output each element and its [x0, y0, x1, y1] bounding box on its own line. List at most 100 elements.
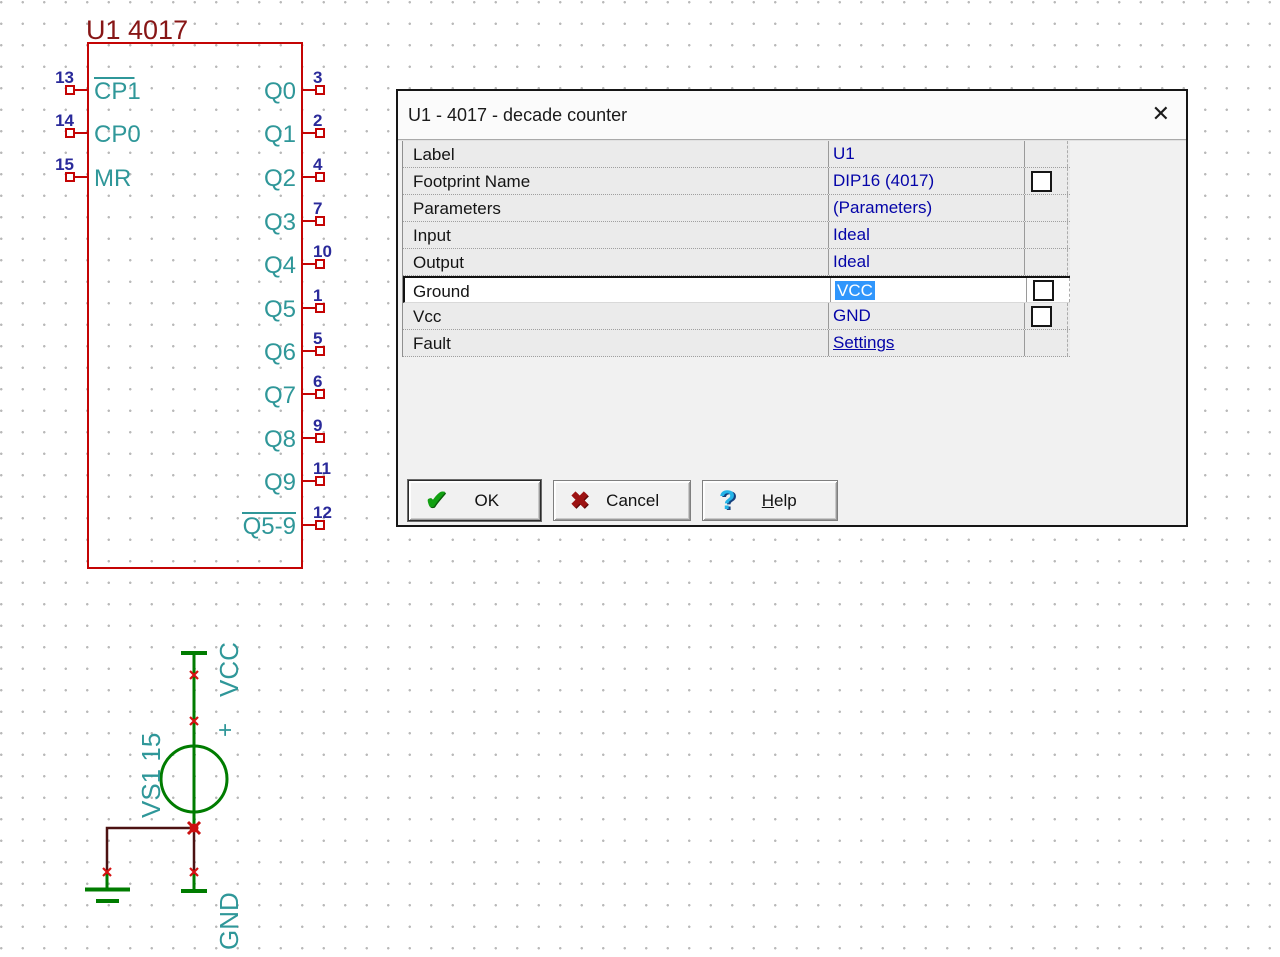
property-name: Input [403, 222, 829, 248]
pin-terminal[interactable] [65, 128, 75, 138]
property-row[interactable]: Label U1 [403, 141, 1070, 168]
property-value[interactable]: Settings [829, 330, 1025, 356]
help-button[interactable]: ? Help [702, 480, 838, 521]
wires[interactable] [105, 826, 196, 874]
checkbox[interactable] [1031, 305, 1052, 327]
pin-label: Q5-9 [243, 513, 296, 540]
pin-label: CP0 [94, 121, 141, 148]
pin-label: Q1 [264, 121, 296, 148]
pin-number: 2 [313, 111, 322, 130]
pin-label: MR [94, 165, 131, 192]
pin-number: 7 [313, 199, 322, 218]
check-icon: ✔ [425, 485, 448, 515]
pin-label: Q0 [264, 78, 296, 105]
pin-terminal[interactable] [315, 433, 325, 443]
help-button-label: Help [736, 491, 824, 511]
property-row[interactable]: Input Ideal [403, 222, 1070, 249]
checkbox[interactable] [1031, 170, 1052, 192]
cancel-button[interactable]: ✖ Cancel [553, 480, 691, 521]
close-icon[interactable]: ✕ [1152, 100, 1170, 128]
pin-terminal[interactable] [315, 216, 325, 226]
property-value[interactable]: DIP16 (4017) [829, 168, 1025, 194]
ok-button-label: OK [474, 490, 500, 510]
pin-terminal[interactable] [315, 85, 325, 95]
pin-number: 4 [313, 155, 323, 174]
dialog-titlebar[interactable]: U1 - 4017 - decade counter ✕ [398, 91, 1186, 139]
ok-button[interactable]: ✔ OK [408, 480, 541, 521]
cross-icon: ✖ [570, 487, 590, 513]
property-value-text: GND [833, 306, 871, 325]
property-check-cell [1025, 222, 1068, 248]
pin-label: Q2 [264, 165, 296, 192]
property-value-text: Ideal [833, 225, 870, 244]
pin-label: Q8 [264, 426, 296, 453]
pin-terminal[interactable] [315, 128, 325, 138]
pin-label: CP1 [94, 78, 141, 105]
pin-terminal[interactable] [65, 172, 75, 182]
pin-label: Q3 [264, 209, 296, 236]
property-name: Output [403, 249, 829, 275]
pin-terminal[interactable] [315, 389, 325, 399]
property-value[interactable]: Ideal [829, 249, 1025, 275]
property-value[interactable]: Ideal [829, 222, 1025, 248]
property-table: Label U1 Footprint Name DIP16 (4017) Par… [402, 141, 1070, 357]
property-row[interactable]: Vcc GND [403, 303, 1070, 330]
pin-terminal[interactable] [315, 520, 325, 530]
pin-number: 3 [313, 68, 322, 87]
pin-number: 13 [55, 68, 74, 87]
pin-terminal[interactable] [315, 259, 325, 269]
net-label-gnd: GND [214, 892, 244, 950]
property-value-text: Ideal [833, 252, 870, 271]
pin-label: Q7 [264, 382, 296, 409]
pin-terminal[interactable] [315, 476, 325, 486]
property-value-text: DIP16 (4017) [833, 171, 935, 190]
question-icon: ? [719, 485, 736, 515]
pin-label: Q4 [264, 252, 296, 279]
property-check-cell [1027, 278, 1070, 302]
property-check-cell [1025, 330, 1068, 356]
property-check-cell [1025, 303, 1068, 329]
junction-node [186, 820, 202, 836]
pin-terminal[interactable] [315, 303, 325, 313]
property-value[interactable]: U1 [829, 141, 1025, 167]
pin-terminal[interactable] [315, 172, 325, 182]
pin-label: Q9 [264, 469, 296, 496]
pin-terminal[interactable] [65, 85, 75, 95]
source-polarity-plus: + [212, 723, 239, 737]
cancel-button-label: Cancel [606, 490, 660, 510]
property-value-text: U1 [833, 144, 855, 163]
property-check-cell [1025, 141, 1068, 167]
pin-number: 14 [55, 111, 74, 130]
pin-label: Q6 [264, 339, 296, 366]
property-row[interactable]: Parameters (Parameters) [403, 195, 1070, 222]
checkbox[interactable] [1033, 279, 1054, 301]
dialog-title: U1 - 4017 - decade counter [408, 105, 628, 125]
pin-number: 9 [313, 416, 322, 435]
property-row[interactable]: Footprint Name DIP16 (4017) [403, 168, 1070, 195]
property-name: Parameters [403, 195, 829, 221]
property-name: Fault [403, 330, 829, 356]
property-name: Footprint Name [403, 168, 829, 194]
pin-number: 15 [55, 155, 74, 174]
pin-number: 6 [313, 372, 322, 391]
property-value-text: (Parameters) [833, 198, 933, 217]
property-value[interactable]: (Parameters) [829, 195, 1025, 221]
property-name: Vcc [403, 303, 829, 329]
source-designator: VS1 15 [136, 733, 166, 818]
property-name: Label [403, 141, 829, 167]
pin-number: 1 [313, 286, 322, 305]
wire-segment [105, 826, 193, 874]
property-row[interactable]: Fault Settings [403, 330, 1070, 357]
pin-label: Q5 [264, 296, 296, 323]
property-row[interactable]: Output Ideal [403, 249, 1070, 276]
property-check-cell [1025, 168, 1068, 194]
component-properties-dialog: U1 - 4017 - decade counter ✕ Label U1 Fo… [396, 89, 1188, 527]
property-value[interactable]: VCC [831, 278, 1027, 302]
pin-number: 5 [313, 329, 322, 348]
pin-number: 12 [313, 503, 332, 522]
pin-terminal[interactable] [315, 346, 325, 356]
property-value[interactable]: GND [829, 303, 1025, 329]
property-row[interactable]: Ground VCC [403, 276, 1070, 303]
schematic-editor-canvas: U1 4017 13 CP1 14 CP0 15 MR 3 Q0 2 Q1 4 Q2 7 Q3 10 Q4 1 Q… [0, 0, 1280, 957]
property-name: Ground [405, 278, 831, 302]
